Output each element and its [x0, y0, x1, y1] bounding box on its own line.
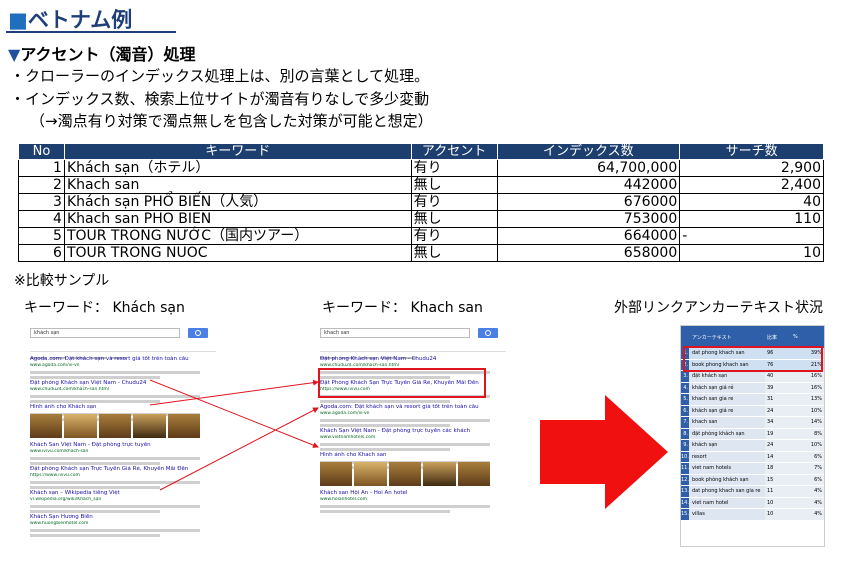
arrows-overlay — [149, 379, 668, 509]
arrow-chudu24 — [149, 379, 319, 406]
big-right-arrow-icon — [540, 395, 668, 509]
arrow-agoda — [149, 379, 319, 448]
arrow-ivivu — [159, 407, 319, 491]
